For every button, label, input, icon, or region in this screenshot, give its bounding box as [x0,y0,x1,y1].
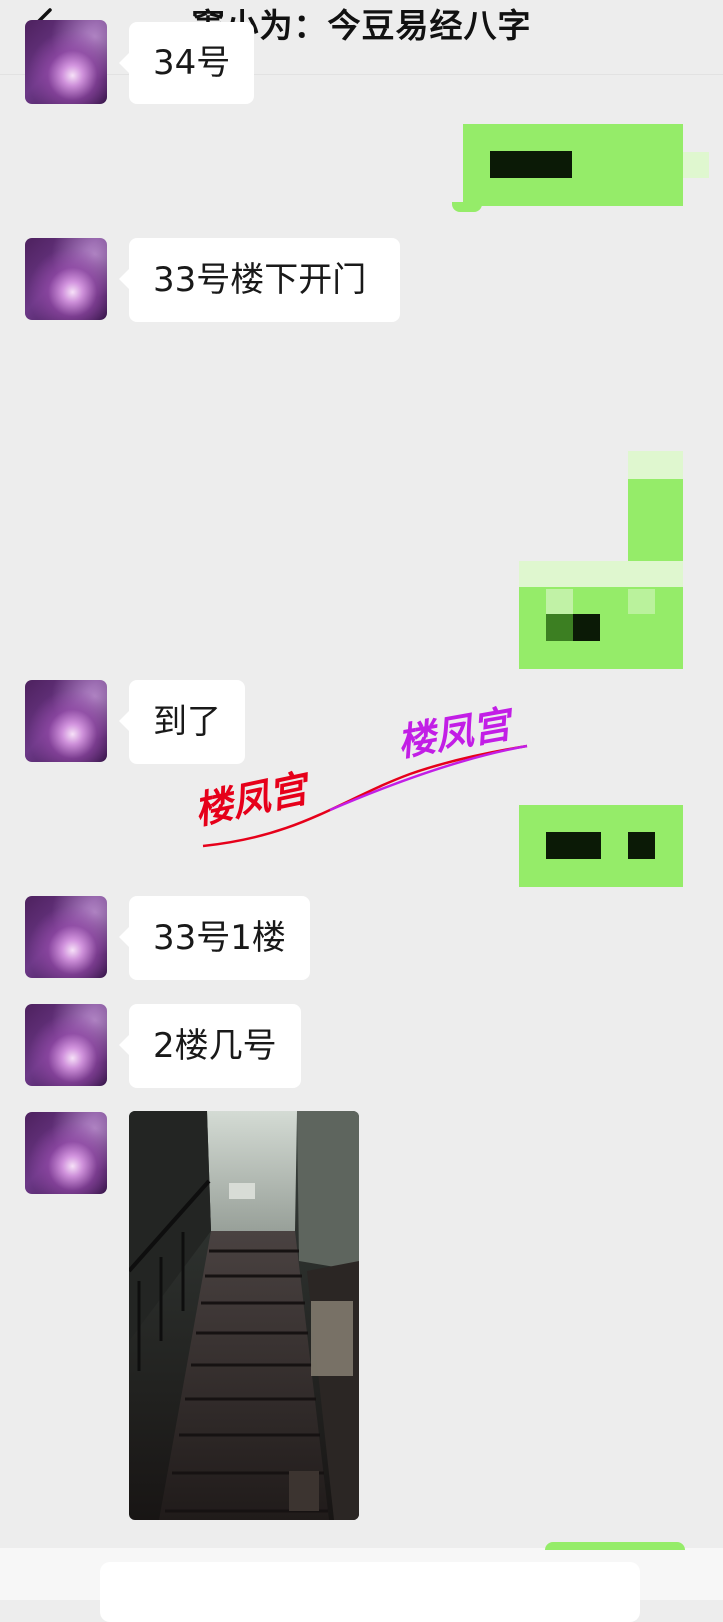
pixelation-block [546,589,573,614]
avatar[interactable] [25,1004,107,1086]
message-bubble-outgoing[interactable] [519,587,683,669]
staircase-image [129,1111,359,1520]
redacted-text [490,151,572,178]
message-bubble-incoming[interactable]: 34号 [118,22,255,104]
message-text: 33号楼下开门 [153,260,367,300]
message-text: 33号1楼 [153,918,286,958]
pixelation-block [628,479,683,561]
message-bubble-incoming[interactable]: 33号1楼 [119,896,310,980]
pixelation-block [683,152,709,178]
pixelation-block [452,202,482,212]
redacted-text [573,614,600,641]
avatar[interactable] [25,20,107,104]
redacted-text [546,614,573,641]
chat-header: 窦小为：今豆易经八字 [0,0,723,75]
staircase-photo[interactable] [129,1111,359,1520]
message-text: 2楼几号 [153,1026,277,1066]
message-text: 34号 [153,43,231,83]
message-bubble-incoming[interactable]: 33号楼下开门 [118,238,401,322]
message-bubble-outgoing[interactable] [519,805,683,887]
redacted-text [628,832,655,859]
message-input[interactable] [100,1562,640,1622]
avatar[interactable] [25,1112,107,1194]
message-bubble-incoming[interactable]: 2楼几号 [119,1004,301,1088]
pixelation-block [628,589,655,614]
message-bubble-outgoing[interactable] [545,1542,685,1550]
pixelation-block [519,561,683,587]
avatar[interactable] [25,238,107,320]
pixelation-block [628,451,683,479]
input-bar [0,1542,723,1622]
redacted-text [546,832,601,859]
avatar[interactable] [25,896,107,978]
